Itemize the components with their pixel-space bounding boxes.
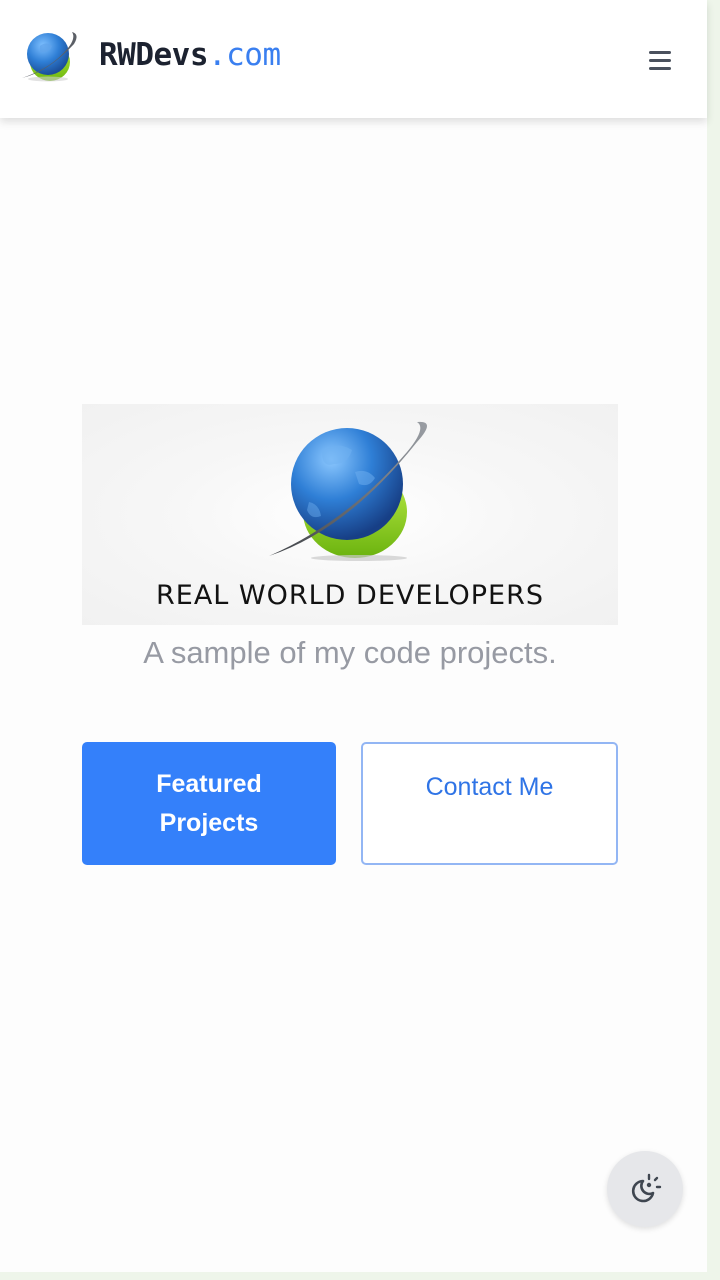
- featured-projects-button[interactable]: Featured Projects: [82, 742, 336, 865]
- hamburger-menu-icon: [649, 50, 671, 54]
- hero-logo-caption: REAL WORLD DEVELOPERS: [156, 580, 544, 611]
- brand-name: RWDevs: [99, 37, 208, 73]
- page: RWDevs.com REAL WORLD DEVELOPERS A sampl…: [0, 0, 707, 1272]
- theme-toggle-icon: [631, 1173, 662, 1203]
- contact-me-button[interactable]: Contact Me: [361, 742, 618, 865]
- tagline: A sample of my code projects.: [143, 635, 557, 670]
- globe-logo-icon[interactable]: [18, 26, 80, 84]
- navbar: RWDevs.com: [0, 0, 707, 118]
- hero-banner: REAL WORLD DEVELOPERS: [82, 404, 618, 625]
- brand-tld: .com: [207, 37, 281, 73]
- globe-logo-icon: [269, 421, 427, 561]
- hamburger-menu-button[interactable]: [640, 40, 680, 80]
- brand-wordmark[interactable]: RWDevs.com: [99, 34, 281, 76]
- theme-toggle-button[interactable]: [607, 1151, 683, 1227]
